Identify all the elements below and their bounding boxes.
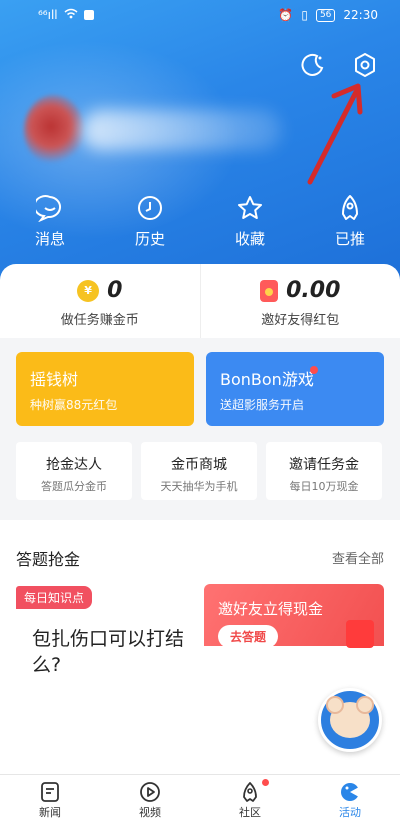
promo-subtitle: 种树赢88元红包 bbox=[30, 398, 118, 412]
promo-subtitle: 送超影服务开启 bbox=[220, 398, 305, 412]
promo-bonbon-game[interactable]: BonBon游戏 送超影服务开启 bbox=[206, 352, 384, 426]
mouse-mascot-icon bbox=[326, 696, 374, 738]
avatar[interactable] bbox=[24, 95, 84, 165]
coin-balance[interactable]: ¥ 0 做任务赚金币 bbox=[0, 264, 200, 338]
quick-actions: 消息 历史 收藏 已推 bbox=[0, 194, 400, 249]
new-badge-dot bbox=[262, 779, 269, 786]
nav-label: 视频 bbox=[139, 806, 161, 819]
community-icon bbox=[243, 782, 257, 802]
quiz-question[interactable]: 包扎伤口可以打结么? bbox=[32, 626, 192, 678]
new-badge-dot bbox=[310, 366, 318, 374]
task-gold-expert[interactable]: 抢金达人 答题瓜分金币 bbox=[16, 442, 132, 500]
signal-indicator: ⁶⁶ıll bbox=[38, 8, 58, 22]
username-blurred bbox=[82, 110, 282, 150]
nav-community[interactable]: 社区 bbox=[200, 775, 300, 824]
bottom-nav: 新闻 视频 社区 活动 bbox=[0, 774, 400, 824]
section-title: 答题抢金 bbox=[16, 550, 81, 569]
coin-value: 0 bbox=[107, 278, 123, 303]
history-icon bbox=[138, 196, 162, 220]
quick-item-label: 已推 bbox=[334, 230, 365, 248]
news-icon bbox=[41, 782, 59, 802]
task-invite-reward[interactable]: 邀请任务金 每日10万现金 bbox=[266, 442, 382, 500]
redpacket-value: 0.00 bbox=[286, 278, 341, 303]
video-icon bbox=[140, 782, 160, 802]
task-coin-mall[interactable]: 金币商城 天天抽华为手机 bbox=[141, 442, 257, 500]
task-title: 抢金达人 bbox=[46, 457, 102, 473]
answer-button[interactable]: 去答题 bbox=[218, 625, 279, 648]
promo-title: 摇钱树 bbox=[30, 370, 79, 389]
invite-cash-card[interactable]: 邀好友立得现金 去答题 bbox=[204, 584, 384, 648]
profile-header: ⁶⁶ıll ⏰ ▯ 56 22:30 消息 历史 收藏 已推 bbox=[0, 0, 400, 290]
status-bar: ⁶⁶ıll ⏰ ▯ 56 22:30 bbox=[0, 6, 400, 28]
annotation-arrow bbox=[307, 83, 363, 185]
invite-title: 邀好友立得现金 bbox=[218, 600, 324, 618]
notification-icon bbox=[83, 10, 94, 20]
message-icon bbox=[36, 195, 62, 222]
quick-item-label: 历史 bbox=[134, 230, 165, 248]
alarm-icon: ⏰ bbox=[278, 8, 294, 22]
pushed-icon bbox=[342, 195, 358, 220]
quick-item-favorites[interactable]: 收藏 bbox=[200, 194, 300, 249]
battery-indicator: 56 bbox=[315, 8, 336, 22]
redpacket-label: 邀好友得红包 bbox=[261, 313, 340, 328]
status-time: 22:30 bbox=[343, 8, 378, 22]
coin-label: 做任务赚金币 bbox=[60, 313, 139, 328]
quick-item-history[interactable]: 历史 bbox=[100, 194, 200, 249]
promo-title: BonBon游戏 bbox=[220, 370, 314, 389]
red-envelope-icon bbox=[260, 279, 279, 302]
quick-item-messages[interactable]: 消息 bbox=[0, 194, 100, 249]
activity-icon bbox=[341, 783, 361, 801]
nav-label: 活动 bbox=[339, 806, 361, 819]
nav-video[interactable]: 视频 bbox=[100, 775, 200, 824]
mascot-floating-button[interactable] bbox=[318, 688, 382, 752]
promo-cards: 摇钱树 种树赢88元红包 BonBon游戏 送超影服务开启 bbox=[16, 352, 384, 426]
task-title: 邀请任务金 bbox=[289, 457, 359, 473]
nav-label: 新闻 bbox=[39, 806, 61, 819]
redpacket-balance[interactable]: 0.00 邀好友得红包 bbox=[199, 264, 400, 338]
red-envelope-icon bbox=[346, 620, 374, 648]
nav-activity[interactable]: 活动 bbox=[300, 775, 400, 824]
promo-money-tree[interactable]: 摇钱树 种树赢88元红包 bbox=[16, 352, 194, 426]
nav-news[interactable]: 新闻 bbox=[0, 775, 100, 824]
view-all-link[interactable]: 查看全部 bbox=[332, 548, 384, 567]
task-title: 金币商城 bbox=[171, 457, 227, 473]
vibrate-icon: ▯ bbox=[301, 8, 308, 22]
task-cards: 抢金达人 答题瓜分金币 金币商城 天天抽华为手机 邀请任务金 每日10万现金 bbox=[16, 442, 384, 500]
quick-item-pushed[interactable]: 已推 bbox=[300, 194, 400, 249]
star-icon bbox=[238, 196, 262, 219]
task-subtitle: 天天抽华为手机 bbox=[160, 480, 238, 493]
nav-label: 社区 bbox=[239, 806, 261, 819]
wallet-card: ¥ 0 做任务赚金币 0.00 邀好友得红包 bbox=[0, 264, 400, 338]
coin-icon: ¥ bbox=[77, 279, 100, 302]
daily-knowledge-tag: 每日知识点 bbox=[16, 586, 93, 609]
task-subtitle: 每日10万现金 bbox=[289, 480, 359, 493]
quick-item-label: 消息 bbox=[34, 230, 65, 248]
quick-item-label: 收藏 bbox=[234, 230, 265, 248]
wifi-icon bbox=[64, 8, 78, 22]
task-subtitle: 答题瓜分金币 bbox=[41, 480, 107, 493]
